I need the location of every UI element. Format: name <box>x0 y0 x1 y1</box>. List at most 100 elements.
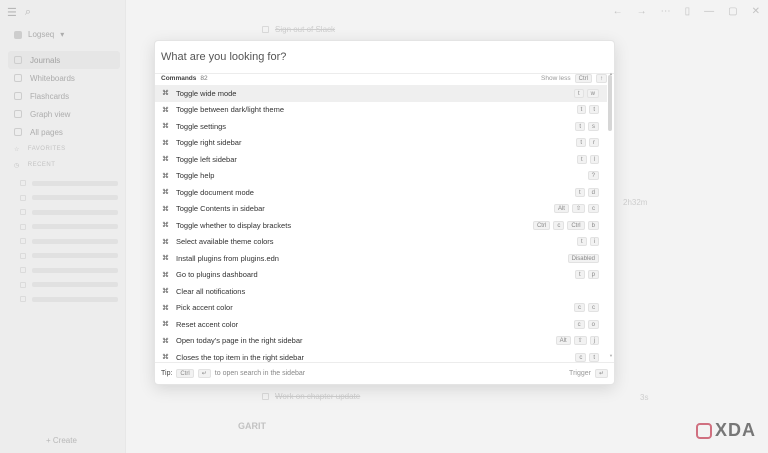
command-icon: ⌘ <box>162 255 169 263</box>
shortcut-key: Ctrl <box>567 220 585 230</box>
command-item[interactable]: ⌘ Toggle right sidebar t r <box>155 135 607 152</box>
command-label: Toggle Contents in sidebar <box>176 204 265 214</box>
command-item[interactable]: ⌘ Toggle help? <box>155 168 607 185</box>
shortcut-key: Alt <box>553 204 569 214</box>
shortcut-key: o <box>587 319 599 329</box>
command-label: Toggle settings <box>176 121 227 131</box>
shortcut-key: Ctrl <box>176 369 194 378</box>
command-icon: ⌘ <box>162 106 169 114</box>
command-icon: ⌘ <box>162 222 169 230</box>
command-shortcut: td <box>574 187 599 197</box>
scrollbar[interactable] <box>608 75 612 131</box>
command-shortcut: ct <box>575 352 599 362</box>
tip-text: to open search in the sidebar <box>214 370 306 377</box>
command-shortcut: cc <box>574 303 599 313</box>
shortcut-key: ⇧ <box>571 204 585 214</box>
scroll-down-icon[interactable]: ▼ <box>609 353 613 358</box>
command-shortcut: tr <box>576 138 599 148</box>
command-label: Toggle help <box>176 171 215 181</box>
shortcut-key: ↵ <box>197 369 211 378</box>
command-label: Reset accent color <box>176 319 239 329</box>
command-shortcut: tp <box>574 270 599 280</box>
shortcut-key: c <box>553 220 565 230</box>
command-item[interactable]: ⌘ Toggle left sidebar t l <box>155 151 607 168</box>
enter-key: ↵ <box>594 369 608 378</box>
command-shortcut: Ctrl c Ctrl b <box>532 220 599 230</box>
shortcut-key: t <box>576 237 587 247</box>
shortcut-key: t <box>576 138 586 148</box>
show-less-button[interactable]: Show less Ctrl ↑ <box>541 73 607 83</box>
shortcut-key: c <box>575 352 587 362</box>
command-label: Toggle left sidebar <box>176 154 237 164</box>
command-icon: ⌘ <box>162 156 169 164</box>
command-icon: ⌘ <box>162 205 169 213</box>
command-icon: ⌘ <box>162 321 169 329</box>
shortcut-key: r <box>589 138 599 148</box>
palette-footer: Tip: Ctrl ↵ to open search in the sideba… <box>155 362 614 384</box>
shortcut-key: t <box>573 88 584 98</box>
shortcut-key: i <box>589 237 599 247</box>
command-icon: ⌘ <box>162 123 169 131</box>
command-label: Open today's page in the right sidebar <box>176 336 303 346</box>
command-palette: Commands 82 Show less Ctrl ↑ ⌘ Toggle wid… <box>154 40 615 385</box>
command-item[interactable]: ⌘ Pick accent color c c <box>155 300 607 317</box>
command-icon: ⌘ <box>162 288 169 296</box>
command-item[interactable]: ⌘ Reset accent color c o <box>155 316 607 333</box>
group-title: Commands <box>161 74 197 82</box>
command-item[interactable]: ⌘ Toggle Contents in sidebar Alt ⇧ c <box>155 201 607 218</box>
command-item[interactable]: ⌘ Toggle wide mode t w <box>155 85 607 102</box>
command-icon: ⌘ <box>162 271 169 279</box>
command-icon: ⌘ <box>162 139 169 147</box>
shortcut-key: ⇧ <box>573 336 587 346</box>
shortcut-key: b <box>587 220 599 230</box>
command-item[interactable]: ⌘ Go to plugins dashboard t p <box>155 267 607 284</box>
command-icon: ⌘ <box>162 90 169 98</box>
command-item[interactable]: ⌘ Install plugins from plugins.edn Disable… <box>155 250 607 267</box>
command-label: Closes the top item in the right sidebar <box>176 352 304 362</box>
search-input[interactable] <box>161 45 609 69</box>
command-shortcut: co <box>573 319 599 329</box>
xda-watermark: XDA <box>695 420 756 441</box>
command-shortcut: ti <box>576 237 599 247</box>
shortcut-key: Disabled <box>567 253 599 263</box>
command-item[interactable]: ⌘ Clear all notifications <box>155 283 607 300</box>
command-label: Clear all notifications <box>176 286 246 296</box>
command-item[interactable]: ⌘ Open today's page in the right sidebar A… <box>155 333 607 350</box>
command-shortcut: tl <box>576 154 599 164</box>
shortcut-key: t <box>575 121 585 131</box>
commands-group-header: Commands 82 Show less Ctrl ↑ <box>161 71 607 85</box>
command-shortcut: Alt ⇧ j <box>555 336 599 346</box>
trigger-button[interactable]: Trigger ↵ <box>569 369 608 378</box>
xda-logo-icon <box>695 422 712 439</box>
command-icon: ⌘ <box>162 238 169 246</box>
command-item[interactable]: ⌘ Toggle document mode t d <box>155 184 607 201</box>
command-label: Select available theme colors <box>176 237 274 247</box>
command-label: Toggle document mode <box>176 187 254 197</box>
shortcut-key: t <box>589 352 599 362</box>
command-icon: ⌘ <box>162 337 169 345</box>
command-item[interactable]: ⌘ Select available theme colors t i <box>155 234 607 251</box>
command-label: Pick accent color <box>176 303 233 313</box>
command-item[interactable]: ⌘ Toggle whether to display brackets Ctrl c… <box>155 217 607 234</box>
command-shortcut: tw <box>573 88 599 98</box>
command-label: Toggle whether to display brackets <box>176 220 292 230</box>
shortcut-key: t <box>589 105 599 115</box>
shortcut-key: s <box>588 121 599 131</box>
shortcut-key: c <box>574 303 585 313</box>
command-icon: ⌘ <box>162 189 169 197</box>
command-label: Toggle wide mode <box>176 88 237 98</box>
command-shortcut: ? <box>587 171 599 181</box>
shortcut-key: ↑ <box>596 73 607 83</box>
command-item[interactable]: ⌘ Toggle settings t s <box>155 118 607 135</box>
command-shortcut: ts <box>575 121 599 131</box>
shortcut-key: c <box>588 303 599 313</box>
shortcut-key: j <box>589 336 599 346</box>
shortcut-key: p <box>587 270 599 280</box>
command-item[interactable]: ⌘ Toggle between dark/light theme t t <box>155 102 607 119</box>
group-count: 82 <box>200 74 208 82</box>
command-label: Toggle between dark/light theme <box>176 105 284 115</box>
shortcut-key: c <box>588 204 599 214</box>
command-label: Toggle right sidebar <box>176 138 242 148</box>
shortcut-key: w <box>586 88 599 98</box>
shortcut-key: d <box>587 187 599 197</box>
